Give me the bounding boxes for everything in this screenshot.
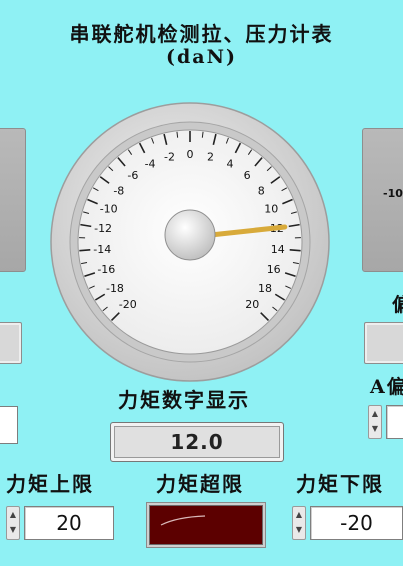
lower-limit-field[interactable]: -20 xyxy=(310,506,403,540)
decrement-button[interactable]: ▼ xyxy=(369,421,381,436)
gauge-tick-label: -2 xyxy=(164,150,175,163)
gauge-minor-tick xyxy=(176,131,179,138)
right-indicator-value: -10 xyxy=(383,187,403,200)
gauge-hub xyxy=(164,209,216,261)
right-indicator-panel: -10 xyxy=(362,128,403,272)
over-limit-label: 力矩超限 xyxy=(156,472,244,496)
gauge-tick-label: 16 xyxy=(267,263,281,276)
gauge-tick-label: -14 xyxy=(93,243,111,256)
gauge-minor-tick xyxy=(201,131,204,138)
gauge-tick-label: -12 xyxy=(94,222,112,235)
led-glare xyxy=(160,515,206,526)
gauge-tick-label: 2 xyxy=(207,150,214,163)
gauge-tick-label: 8 xyxy=(258,184,265,197)
lower-limit-spin-buttons[interactable]: ▲ ▼ xyxy=(292,506,306,540)
right-a-deviation-field[interactable] xyxy=(386,405,403,439)
gauge-tick-label: 4 xyxy=(226,158,233,171)
gauge-tick-label: 18 xyxy=(258,282,272,295)
lower-limit-decrement-button[interactable]: ▼ xyxy=(293,522,305,537)
gauge-tick-label: -18 xyxy=(106,282,124,295)
upper-limit-control[interactable]: ▲ ▼ 20 xyxy=(6,506,116,540)
gauge-tick-label: 10 xyxy=(264,202,278,215)
gauge-tick-label: 6 xyxy=(244,169,251,182)
torque-display-value: 12.0 xyxy=(170,430,224,454)
lower-limit-label: 力矩下限 xyxy=(296,472,384,496)
gauge-tick-label: 14 xyxy=(271,243,285,256)
upper-limit-decrement-button[interactable]: ▼ xyxy=(7,522,19,537)
gauge-tick-label: -20 xyxy=(119,298,137,311)
upper-limit-label: 力矩上限 xyxy=(6,472,94,496)
left-value-field[interactable] xyxy=(0,406,18,444)
torque-display: 12.0 xyxy=(110,422,284,462)
right-deviation-label: 偏 xyxy=(392,290,403,317)
right-a-deviation-control[interactable]: ▲ ▼ xyxy=(368,405,403,439)
left-status-box xyxy=(0,322,22,364)
force-gauge: -20-18-16-14-12-10-8-6-4-202468101214161… xyxy=(50,102,330,382)
right-status-box xyxy=(364,322,403,364)
page-subtitle-unit: (daN) xyxy=(166,46,237,68)
upper-limit-field[interactable]: 20 xyxy=(24,506,114,540)
gauge-tick-label: -16 xyxy=(97,263,115,276)
gauge-tick-label: -10 xyxy=(100,202,118,215)
right-spin-buttons[interactable]: ▲ ▼ xyxy=(368,405,382,439)
right-a-deviation-label: A偏 xyxy=(370,376,403,398)
gauge-tick-label: 0 xyxy=(187,148,194,161)
upper-limit-increment-button[interactable]: ▲ xyxy=(7,507,19,522)
gauge-major-tick xyxy=(289,249,301,252)
page-title: 串联舵机检测拉、压力计表 xyxy=(69,22,334,46)
gauge-major-tick xyxy=(79,249,91,252)
upper-limit-spin-buttons[interactable]: ▲ ▼ xyxy=(6,506,20,540)
gauge-tick-label: -8 xyxy=(113,184,124,197)
over-limit-led xyxy=(146,502,266,548)
increment-button[interactable]: ▲ xyxy=(369,406,381,421)
lower-limit-control[interactable]: ▲ ▼ -20 xyxy=(292,506,403,540)
left-indicator-panel xyxy=(0,128,26,272)
lower-limit-increment-button[interactable]: ▲ xyxy=(293,507,305,522)
torque-display-label: 力矩数字显示 xyxy=(118,388,250,412)
gauge-tick-label: -4 xyxy=(145,158,156,171)
gauge-tick-label: -6 xyxy=(127,169,138,182)
gauge-tick-label: 20 xyxy=(245,298,259,311)
